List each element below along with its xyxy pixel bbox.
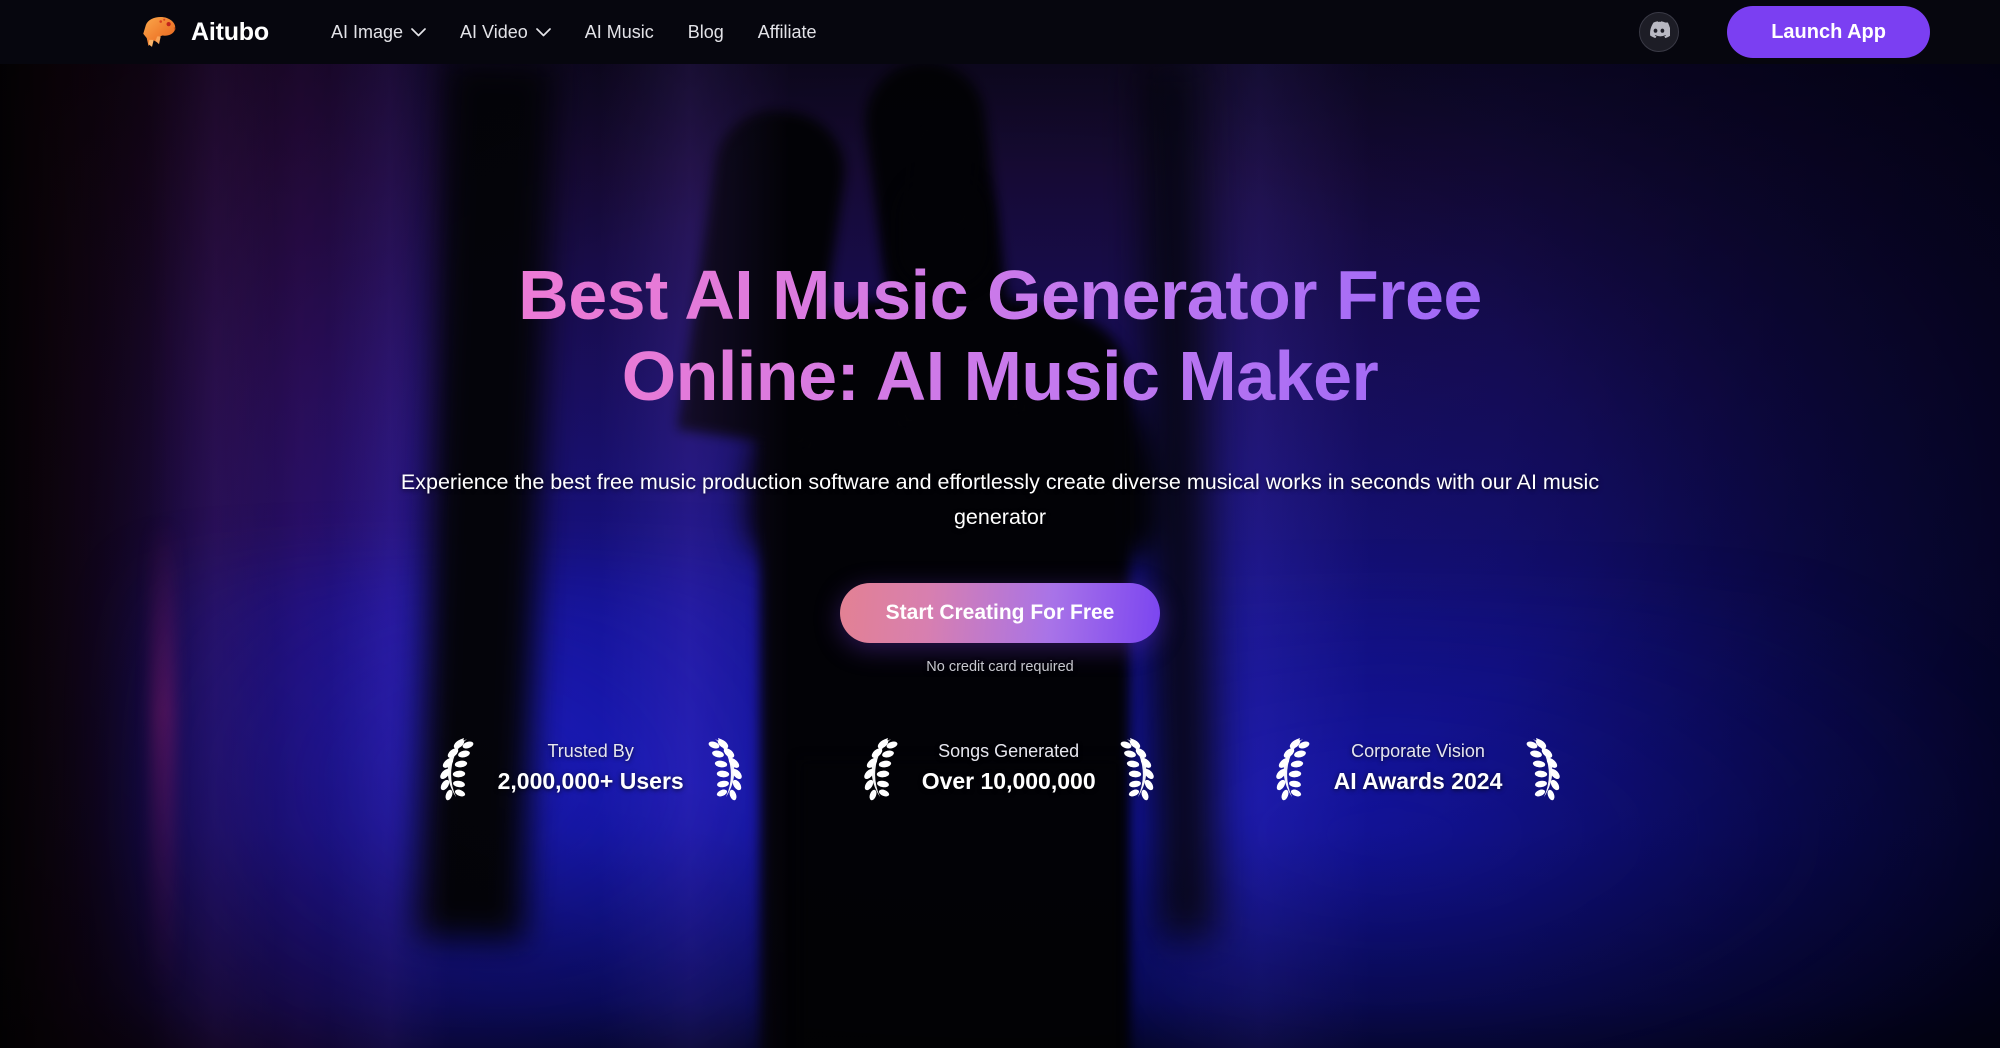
stat-text: Songs Generated Over 10,000,000 [922,738,1096,798]
chevron-down-icon [411,27,426,37]
stat-value: Over 10,000,000 [921,767,1096,794]
laurel-wreath-icon [1270,735,1314,801]
headline-line-2: Online: AI Music Maker [621,337,1379,416]
laurel-wreath-icon [858,735,902,801]
laurel-wreath-icon [434,735,478,801]
hero-content: Best AI Music Generator Free Online: AI … [0,0,2000,1048]
brand-logo-link[interactable]: Aitubo [138,11,269,53]
discord-icon [1648,21,1671,43]
nav-item-ai-image[interactable]: AI Image [331,22,426,43]
nav-item-blog[interactable]: Blog [688,22,724,43]
chevron-down-icon [535,27,551,37]
stat-value: AI Awards 2024 [1333,767,1503,794]
stat-value: 2,000,000+ Users [497,767,684,794]
nav-item-affiliate-label: Affiliate [757,21,817,42]
stat-item: Corporate Vision AI Awards 2024 [1270,735,1567,801]
discord-link[interactable] [1639,12,1680,52]
stat-label: Songs Generated [938,740,1080,761]
laurel-wreath-icon [1522,735,1566,801]
launch-app-button[interactable]: Launch App [1727,6,1930,58]
top-navigation-bar: Aitubo AI Image AI Video AI Music Blog A… [0,0,2000,64]
nav-item-ai-video-label: AI Video [460,21,528,42]
laurel-wreath-icon [1116,735,1160,801]
stat-label: Corporate Vision [1351,740,1485,761]
nav-item-ai-image-label: AI Image [330,21,403,42]
cta-note: No credit card required [926,659,1074,676]
hero-subtitle: Experience the best free music productio… [400,470,1600,530]
stats-row: Trusted By 2,000,000+ Users Songs Genera… [434,735,1567,801]
page-title: Best AI Music Generator Free Online: AI … [350,255,1650,417]
nav-item-affiliate[interactable]: Affiliate [758,22,817,43]
laurel-wreath-icon [704,735,748,801]
headline-line-1: Best AI Music Generator Free [518,256,1482,334]
nav-right-actions: Launch App [1639,6,1930,58]
nav-item-ai-video[interactable]: AI Video [460,22,551,43]
start-creating-button[interactable]: Start Creating For Free [839,583,1161,644]
brand-name: Aitubo [191,17,269,46]
nav-item-ai-music-label: AI Music [584,21,654,42]
stat-item: Trusted By 2,000,000+ Users [434,735,748,801]
nav-item-ai-music[interactable]: AI Music [585,22,654,43]
stat-text: Corporate Vision AI Awards 2024 [1334,738,1503,798]
stat-label: Trusted By [547,740,634,761]
stat-item: Songs Generated Over 10,000,000 [858,735,1160,801]
capybara-logo-icon [138,11,180,53]
nav-links: AI Image AI Video AI Music Blog Affiliat… [331,22,817,43]
stat-text: Trusted By 2,000,000+ Users [498,738,684,798]
nav-item-blog-label: Blog [687,21,724,42]
